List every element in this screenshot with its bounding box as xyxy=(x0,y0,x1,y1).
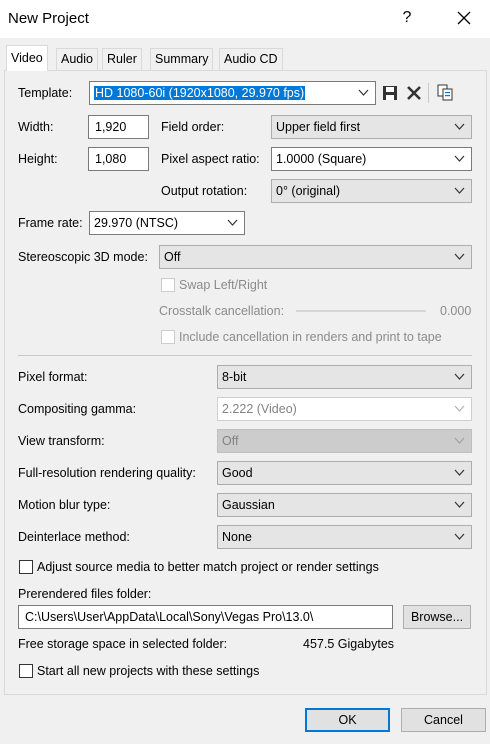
browse-button[interactable]: Browse... xyxy=(403,605,471,629)
start-all-checkbox[interactable] xyxy=(19,664,33,678)
tab-audio[interactable]: Audio xyxy=(56,48,98,70)
chevron-down-icon xyxy=(454,533,465,540)
pixel-aspect-select[interactable]: 1.0000 (Square) xyxy=(271,147,472,171)
crosstalk-value: 0.000 xyxy=(440,304,472,318)
ok-button[interactable]: OK xyxy=(305,708,390,732)
frame-rate-label: Frame rate: xyxy=(18,216,83,230)
motion-blur-value: Gaussian xyxy=(222,498,275,512)
motion-blur-select[interactable]: Gaussian xyxy=(217,493,472,517)
swap-left-right-checkbox[interactable] xyxy=(161,278,175,292)
chevron-down-icon xyxy=(454,253,465,260)
chevron-down-icon xyxy=(454,373,465,380)
free-space-value: 457.5 Gigabytes xyxy=(303,637,395,651)
pixel-aspect-value: 1.0000 (Square) xyxy=(276,152,367,166)
compositing-gamma-label: Compositing gamma: xyxy=(18,402,137,416)
pixel-aspect-label: Pixel aspect ratio: xyxy=(161,152,260,166)
delete-icon[interactable] xyxy=(405,84,423,102)
frame-rate-value: 29.970 (NTSC) xyxy=(94,216,179,230)
view-transform-value: Off xyxy=(222,434,239,448)
pixel-format-value: 8-bit xyxy=(222,370,247,384)
start-all-label: Start all new projects with these settin… xyxy=(37,664,260,678)
output-rotation-value: 0° (original) xyxy=(276,184,341,198)
help-button[interactable]: ? xyxy=(400,9,414,27)
template-label: Template: xyxy=(18,86,73,100)
chevron-down-icon xyxy=(454,501,465,508)
include-cancellation-label: Include cancellation in renders and prin… xyxy=(179,330,442,344)
chevron-down-icon xyxy=(454,405,465,412)
window-title: New Project xyxy=(8,10,89,27)
chevron-down-icon xyxy=(454,123,465,130)
chevron-down-icon xyxy=(454,437,465,444)
compositing-gamma-value: 2.222 (Video) xyxy=(222,402,297,416)
adjust-source-checkbox[interactable] xyxy=(19,560,33,574)
view-transform-label: View transform: xyxy=(18,434,105,448)
template-select[interactable]: HD 1080-60i (1920x1080, 29.970 fps) xyxy=(89,81,376,105)
height-input[interactable]: 1,080 xyxy=(88,147,149,171)
section-divider xyxy=(18,355,472,356)
toolbar-separator xyxy=(428,83,429,103)
deinterlace-label: Deinterlace method: xyxy=(18,530,130,544)
cancel-button[interactable]: Cancel xyxy=(401,708,486,732)
include-cancellation-checkbox[interactable] xyxy=(161,330,175,344)
chevron-down-icon xyxy=(358,89,369,96)
adjust-source-label: Adjust source media to better match proj… xyxy=(37,560,379,574)
width-input[interactable]: 1,920 xyxy=(88,115,149,139)
view-transform-select[interactable]: Off xyxy=(217,429,472,453)
stereo-label: Stereoscopic 3D mode: xyxy=(18,250,148,264)
full-res-label: Full-resolution rendering quality: xyxy=(18,466,196,480)
prerendered-folder-input[interactable]: C:\Users\User\AppData\Local\Sony\Vegas P… xyxy=(18,605,393,629)
chevron-down-icon xyxy=(454,155,465,162)
close-icon[interactable] xyxy=(455,8,473,28)
stereo-select[interactable]: Off xyxy=(159,245,472,269)
tab-summary[interactable]: Summary xyxy=(150,48,214,70)
full-res-select[interactable]: Good xyxy=(217,461,472,485)
field-order-label: Field order: xyxy=(161,120,225,134)
motion-blur-label: Motion blur type: xyxy=(18,498,111,512)
crosstalk-label: Crosstalk cancellation: xyxy=(159,304,285,318)
compositing-gamma-select[interactable]: 2.222 (Video) xyxy=(217,397,472,421)
free-space-label: Free storage space in selected folder: xyxy=(18,637,228,651)
chevron-down-icon xyxy=(454,187,465,194)
output-rotation-label: Output rotation: xyxy=(161,184,248,198)
swap-left-right-label: Swap Left/Right xyxy=(179,278,268,292)
deinterlace-value: None xyxy=(222,530,252,544)
tab-audio-cd[interactable]: Audio CD xyxy=(219,48,283,70)
crosstalk-slider[interactable] xyxy=(296,310,426,312)
field-order-value: Upper field first xyxy=(276,120,361,134)
save-icon[interactable] xyxy=(381,84,399,102)
chevron-down-icon xyxy=(227,219,238,226)
frame-rate-select[interactable]: 29.970 (NTSC) xyxy=(89,211,245,235)
deinterlace-select[interactable]: None xyxy=(217,525,472,549)
pixel-format-select[interactable]: 8-bit xyxy=(217,365,472,389)
copy-template-icon[interactable] xyxy=(436,84,454,102)
tab-video[interactable]: Video xyxy=(6,45,48,71)
full-res-value: Good xyxy=(222,466,253,480)
title-bar: New Project ? xyxy=(0,0,490,38)
prerendered-label: Prerendered files folder: xyxy=(18,587,152,601)
tab-ruler[interactable]: Ruler xyxy=(102,48,142,70)
stereo-value: Off xyxy=(164,250,181,264)
field-order-select[interactable]: Upper field first xyxy=(271,115,472,139)
output-rotation-select[interactable]: 0° (original) xyxy=(271,179,472,203)
chevron-down-icon xyxy=(454,469,465,476)
template-value: HD 1080-60i (1920x1080, 29.970 fps) xyxy=(94,86,306,100)
pixel-format-label: Pixel format: xyxy=(18,370,88,384)
width-label: Width: xyxy=(18,120,54,134)
height-label: Height: xyxy=(18,152,58,166)
